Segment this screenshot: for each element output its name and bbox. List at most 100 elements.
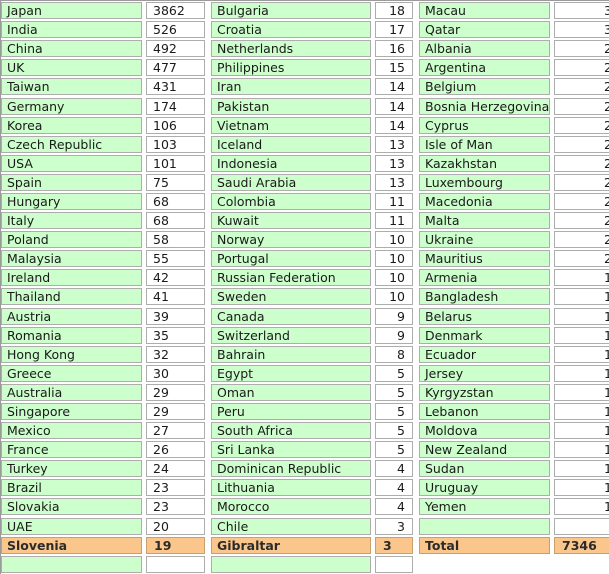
country-name-cell: Saudi Arabia bbox=[211, 173, 371, 192]
count-value-cell: 24 bbox=[146, 459, 205, 478]
country-name-cell: Hungary bbox=[1, 192, 142, 211]
count-value: 2 bbox=[554, 135, 609, 153]
total-label: Total bbox=[419, 536, 550, 554]
country-name-cell: Macedonia bbox=[419, 192, 550, 211]
count-value-cell: 19 bbox=[146, 536, 205, 555]
count-value-cell: 492 bbox=[146, 39, 205, 58]
count-value bbox=[375, 555, 413, 573]
country-name-cell: UK bbox=[1, 58, 142, 77]
table-row: Ireland42 Russian Federation10 Armenia1 bbox=[1, 268, 609, 288]
table-row: Mexico27 South Africa5 Moldova1 bbox=[1, 421, 609, 441]
country-name-cell: Lithuania bbox=[211, 478, 371, 497]
count-value-cell: 2 bbox=[554, 173, 609, 192]
count-value-cell: 3 bbox=[554, 1, 609, 20]
country-name: Austria bbox=[1, 307, 142, 325]
count-value-cell: 35 bbox=[146, 326, 205, 345]
count-value-cell: 10 bbox=[375, 249, 413, 268]
country-name-cell: Bulgaria bbox=[211, 1, 371, 20]
country-name-cell: Netherlands bbox=[211, 39, 371, 58]
count-value-cell: 3 bbox=[375, 517, 413, 536]
count-value-cell: 58 bbox=[146, 230, 205, 249]
count-value: 18 bbox=[375, 2, 413, 20]
count-value-cell: 13 bbox=[375, 135, 413, 154]
country-name-cell: Lebanon bbox=[419, 402, 550, 421]
country-name-cell: Luxembourg bbox=[419, 173, 550, 192]
count-value-cell: 30 bbox=[146, 364, 205, 383]
total-value: 7346 bbox=[554, 536, 609, 554]
count-value: 30 bbox=[146, 364, 205, 382]
table-row: India526 Croatia17 Qatar3 bbox=[1, 20, 609, 40]
country-name: Vietnam bbox=[211, 116, 371, 134]
country-name: Pakistan bbox=[211, 97, 371, 115]
count-value: 2 bbox=[554, 154, 609, 172]
count-value-cell: 1 bbox=[554, 459, 609, 478]
count-value-cell: 1 bbox=[554, 478, 609, 497]
country-name-cell: Armenia bbox=[419, 268, 550, 287]
count-value-cell: 32 bbox=[146, 345, 205, 364]
count-value: 27 bbox=[146, 422, 205, 440]
count-value: 2 bbox=[554, 59, 609, 77]
country-name: Korea bbox=[1, 116, 142, 134]
country-name-cell: Oman bbox=[211, 383, 371, 402]
count-value-cell: 23 bbox=[146, 497, 205, 516]
count-value-cell: 8 bbox=[375, 345, 413, 364]
count-value: 15 bbox=[375, 59, 413, 77]
count-value-cell: 7346 bbox=[554, 536, 609, 555]
total-label: Slovenia bbox=[1, 536, 142, 554]
country-name-cell: Bahrain bbox=[211, 345, 371, 364]
country-name-cell: Iceland bbox=[211, 135, 371, 154]
count-value-cell: 2 bbox=[554, 135, 609, 154]
country-name-cell: South Africa bbox=[211, 421, 371, 440]
country-name-cell: USA bbox=[1, 154, 142, 173]
country-name-cell: Sweden bbox=[211, 287, 371, 306]
count-value: 5 bbox=[375, 422, 413, 440]
count-value-cell: 68 bbox=[146, 211, 205, 230]
country-name-cell: Bangladesh bbox=[419, 287, 550, 306]
country-name-cell: Qatar bbox=[419, 20, 550, 39]
count-value-cell: 2 bbox=[554, 211, 609, 230]
table-row: Greece30 Egypt5 Jersey1 bbox=[1, 363, 609, 383]
country-name-cell: Gibraltar bbox=[211, 536, 371, 555]
count-value bbox=[146, 555, 205, 573]
country-name: France bbox=[1, 441, 142, 459]
count-value: 26 bbox=[146, 441, 205, 459]
table-row: Hong Kong32 Bahrain8 Ecuador1 bbox=[1, 344, 609, 364]
count-value-cell: 13 bbox=[375, 173, 413, 192]
count-value-cell: 16 bbox=[375, 39, 413, 58]
country-name-cell: Turkey bbox=[1, 459, 142, 478]
country-name: Hong Kong bbox=[1, 345, 142, 363]
count-value: 1 bbox=[554, 441, 609, 459]
count-value: 68 bbox=[146, 212, 205, 230]
count-value-cell: 11 bbox=[375, 192, 413, 211]
country-name-cell bbox=[419, 517, 550, 536]
count-value: 14 bbox=[375, 78, 413, 96]
table-row: Singapore29 Peru5 Lebanon1 bbox=[1, 401, 609, 422]
country-name: Belarus bbox=[419, 307, 550, 325]
country-name: Brazil bbox=[1, 479, 142, 497]
country-name: Denmark bbox=[419, 326, 550, 344]
count-value-cell: 477 bbox=[146, 58, 205, 77]
count-value-cell: 29 bbox=[146, 402, 205, 421]
country-name: Taiwan bbox=[1, 78, 142, 96]
country-name-cell: Mauritius bbox=[419, 249, 550, 268]
country-name: Netherlands bbox=[211, 40, 371, 58]
count-value: 1 bbox=[554, 498, 609, 516]
table-row: Hungary68 Colombia11 Macedonia2 bbox=[1, 191, 609, 212]
country-name: Mexico bbox=[1, 422, 142, 440]
country-name: Argentina bbox=[419, 59, 550, 77]
country-name: Qatar bbox=[419, 21, 550, 39]
count-value: 2 bbox=[554, 78, 609, 96]
count-value: 14 bbox=[375, 97, 413, 115]
count-value: 16 bbox=[375, 40, 413, 58]
country-name: Italy bbox=[1, 212, 142, 230]
count-value: 55 bbox=[146, 250, 205, 268]
count-value: 4 bbox=[375, 460, 413, 478]
count-value-cell: 1 bbox=[554, 402, 609, 421]
country-name: Bulgaria bbox=[211, 2, 371, 20]
country-name-cell: Australia bbox=[1, 383, 142, 402]
country-name-cell: Romania bbox=[1, 326, 142, 345]
country-name-cell bbox=[211, 555, 371, 574]
count-value-cell: 42 bbox=[146, 268, 205, 287]
country-name: Bahrain bbox=[211, 345, 371, 363]
country-name: Malta bbox=[419, 212, 550, 230]
